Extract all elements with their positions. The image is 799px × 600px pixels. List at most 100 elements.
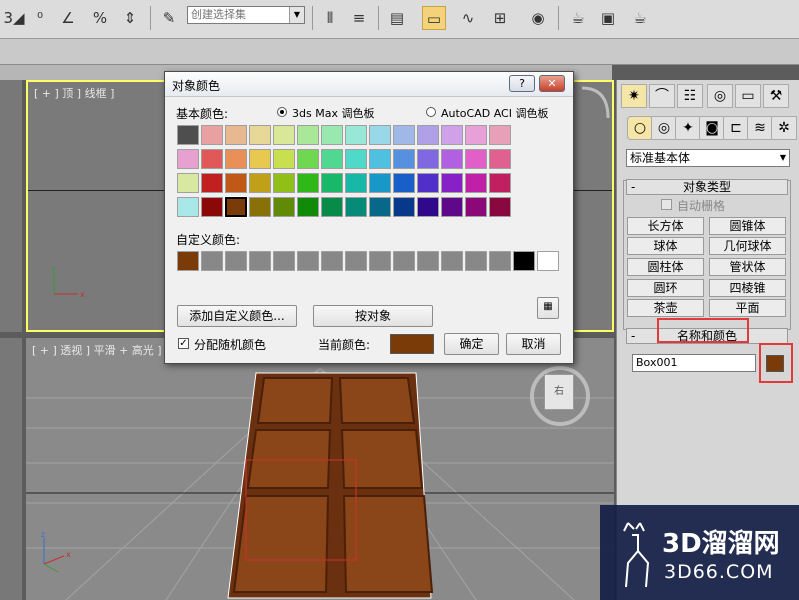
basic-color-swatch[interactable]	[345, 173, 367, 193]
basic-color-swatch[interactable]	[441, 197, 463, 217]
basic-color-swatch[interactable]	[225, 125, 247, 145]
basic-color-swatch[interactable]	[321, 173, 343, 193]
basic-color-swatch[interactable]	[465, 125, 487, 145]
viewport-label[interactable]: [ + ] 顶 ] 线框 ]	[34, 85, 114, 101]
schematic-view-icon[interactable]: ⊞	[488, 6, 512, 30]
basic-color-swatch[interactable]	[345, 149, 367, 169]
custom-color-swatch[interactable]	[489, 251, 511, 271]
custom-color-swatch[interactable]	[321, 251, 343, 271]
color-picker-icon[interactable]: ▦	[537, 297, 559, 319]
close-icon[interactable]: ✕	[539, 75, 565, 92]
custom-color-swatch[interactable]	[513, 251, 535, 271]
spinner-snap-icon[interactable]: ⇕	[118, 6, 142, 30]
basic-color-swatch[interactable]	[393, 149, 415, 169]
basic-color-swatch[interactable]	[489, 125, 511, 145]
basic-color-swatch[interactable]	[201, 125, 223, 145]
palette-3dsmax-radio[interactable]	[277, 107, 287, 117]
basic-color-swatch[interactable]	[297, 125, 319, 145]
object-name-input[interactable]: Box001	[632, 354, 756, 372]
add-custom-color-button[interactable]: 添加自定义颜色...	[177, 305, 297, 327]
basic-color-swatch[interactable]	[273, 149, 295, 169]
basic-color-swatch[interactable]	[177, 173, 199, 193]
basic-color-swatch[interactable]	[489, 149, 511, 169]
cylinder-button[interactable]: 圆柱体	[627, 258, 704, 276]
basic-color-swatch[interactable]	[489, 173, 511, 193]
mirror-icon[interactable]: ⫴	[318, 6, 342, 30]
layer-manager-icon[interactable]: ▤	[385, 6, 409, 30]
by-object-button[interactable]: 按对象	[313, 305, 433, 327]
space-warps-icon[interactable]: ≋	[747, 116, 773, 140]
basic-color-swatch[interactable]	[224, 196, 248, 218]
rendered-frame-icon[interactable]: ▣	[596, 6, 620, 30]
custom-color-swatch[interactable]	[417, 251, 439, 271]
basic-color-swatch[interactable]	[441, 125, 463, 145]
cameras-icon[interactable]: ◙	[699, 116, 725, 140]
basic-color-swatch[interactable]	[297, 149, 319, 169]
pyramid-button[interactable]: 四棱锥	[709, 279, 786, 297]
basic-color-swatch[interactable]	[273, 125, 295, 145]
sphere-button[interactable]: 球体	[627, 237, 704, 255]
basic-color-swatch[interactable]	[249, 197, 271, 217]
custom-color-swatch[interactable]	[273, 251, 295, 271]
perspective-viewport[interactable]: [ + ] 透视 ] 平滑 + 高光 ] 右 z x	[26, 338, 614, 600]
basic-color-swatch[interactable]	[201, 149, 223, 169]
category-dropdown[interactable]: 标准基本体 ▼	[626, 149, 790, 167]
snap-toggle-3-icon[interactable]: ⁰	[28, 6, 52, 30]
basic-color-swatch[interactable]	[441, 173, 463, 193]
basic-color-swatch[interactable]	[177, 149, 199, 169]
angle-snap-icon[interactable]: ∠	[56, 6, 80, 30]
basic-color-swatch[interactable]	[369, 149, 391, 169]
lights-icon[interactable]: ✦	[675, 116, 701, 140]
scene-explorer-icon[interactable]: ▭	[422, 6, 446, 30]
render-production-icon[interactable]: ☕	[628, 6, 652, 30]
basic-color-swatch[interactable]	[465, 149, 487, 169]
dialog-title-bar[interactable]: 对象颜色 ? ✕	[165, 72, 573, 97]
align-icon[interactable]: ≡	[347, 6, 371, 30]
chocolate-box-object[interactable]	[216, 368, 456, 600]
basic-color-swatch[interactable]	[321, 197, 343, 217]
basic-color-swatch[interactable]	[393, 173, 415, 193]
basic-color-swatch[interactable]	[441, 149, 463, 169]
basic-color-swatch[interactable]	[249, 173, 271, 193]
named-selection-dropdown[interactable]: 创建选择集 ▼	[187, 6, 305, 24]
modify-tab-icon[interactable]: ⌒	[649, 84, 675, 108]
basic-color-swatch[interactable]	[417, 149, 439, 169]
custom-color-swatch[interactable]	[177, 251, 199, 271]
display-tab-icon[interactable]: ▭	[735, 84, 761, 108]
basic-color-swatch[interactable]	[465, 173, 487, 193]
basic-color-swatch[interactable]	[369, 173, 391, 193]
curve-editor-icon[interactable]: ∿	[456, 6, 480, 30]
cancel-button[interactable]: 取消	[506, 333, 561, 355]
cone-button[interactable]: 圆锥体	[709, 217, 786, 235]
basic-color-swatch[interactable]	[417, 197, 439, 217]
render-setup-icon[interactable]: ☕	[566, 6, 590, 30]
custom-color-swatch[interactable]	[225, 251, 247, 271]
basic-color-swatch[interactable]	[249, 149, 271, 169]
hierarchy-tab-icon[interactable]: ☷	[677, 84, 703, 108]
basic-color-swatch[interactable]	[345, 197, 367, 217]
torus-button[interactable]: 圆环	[627, 279, 704, 297]
basic-color-swatch[interactable]	[345, 125, 367, 145]
random-colors-checkbox[interactable]: ✓	[178, 338, 189, 349]
basic-color-swatch[interactable]	[417, 125, 439, 145]
basic-color-swatch[interactable]	[177, 197, 199, 217]
basic-color-swatch[interactable]	[297, 197, 319, 217]
basic-color-swatch[interactable]	[417, 173, 439, 193]
basic-color-swatch[interactable]	[369, 197, 391, 217]
basic-color-swatch[interactable]	[177, 125, 199, 145]
basic-color-swatch[interactable]	[249, 125, 271, 145]
geometry-icon[interactable]: ○	[627, 116, 653, 140]
custom-color-swatch[interactable]	[465, 251, 487, 271]
basic-color-swatch[interactable]	[225, 173, 247, 193]
palette-autocad-radio[interactable]	[426, 107, 436, 117]
basic-color-swatch[interactable]	[321, 149, 343, 169]
material-editor-icon[interactable]: ◉	[526, 6, 550, 30]
current-color-swatch[interactable]	[390, 334, 434, 354]
viewcube[interactable]: 右	[544, 374, 574, 410]
plane-button[interactable]: 平面	[709, 299, 786, 317]
systems-icon[interactable]: ✲	[771, 116, 797, 140]
basic-color-swatch[interactable]	[225, 149, 247, 169]
basic-color-swatch[interactable]	[489, 197, 511, 217]
motion-tab-icon[interactable]: ◎	[707, 84, 733, 108]
custom-color-swatch[interactable]	[537, 251, 559, 271]
